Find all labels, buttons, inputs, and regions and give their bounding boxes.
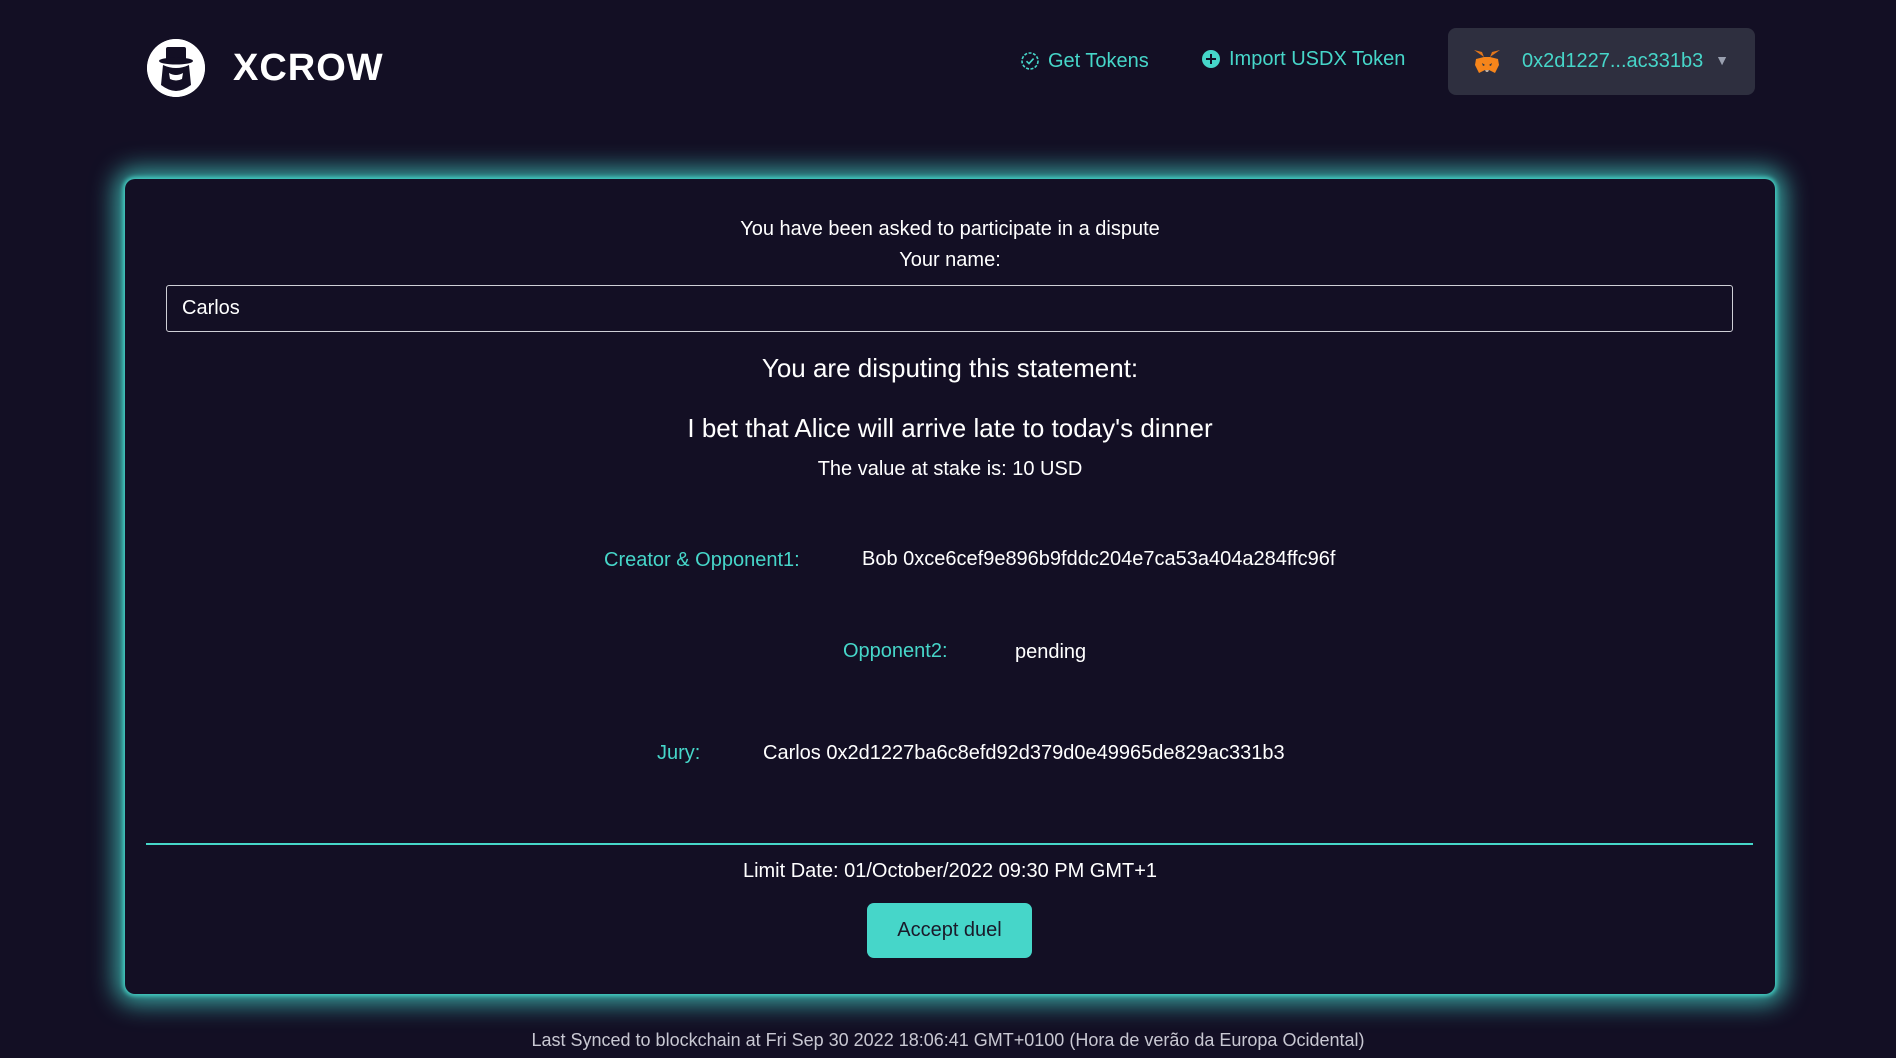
limit-date: Limit Date: 01/October/2022 09:30 PM GMT… — [742, 860, 1158, 882]
logo-text: XCROW — [233, 46, 384, 89]
check-circle-icon — [1020, 51, 1040, 71]
creator-value: Bob 0xce6cef9e896b9fddc204e7ca53a404a284… — [862, 548, 1335, 571]
opponent2-label: Opponent2: — [843, 640, 948, 663]
name-input[interactable] — [166, 285, 1733, 332]
accept-duel-button[interactable]: Accept duel — [867, 903, 1032, 958]
jury-label: Jury: — [657, 742, 700, 765]
wallet-address: 0x2d1227...ac331b3 — [1522, 50, 1704, 72]
get-tokens-label: Get Tokens — [1048, 49, 1149, 72]
creator-value-text: Bob 0xce6cef9e896b9fddc204e7ca53a404a284… — [862, 548, 1336, 570]
dispute-card: You have been asked to participate in a … — [125, 179, 1775, 994]
get-tokens-link[interactable]: Get Tokens — [1020, 46, 1149, 76]
opponent2-label-text: Opponent2: — [843, 640, 948, 662]
plus-circle-icon — [1201, 49, 1221, 69]
creator-label: Creator & Opponent1: — [604, 549, 800, 572]
your-name-label: Your name: — [899, 249, 1001, 271]
jury-label-text: Jury: — [657, 742, 701, 764]
spy-hat-icon — [147, 39, 205, 97]
logo[interactable]: XCROW — [147, 39, 384, 97]
page: XCROW Get Tokens Import USDX Token 0x2d1… — [0, 0, 1896, 1058]
chevron-down-icon: ▼ — [1715, 52, 1729, 68]
opponent2-value: pending — [1015, 641, 1086, 664]
import-token-link[interactable]: Import USDX Token — [1201, 44, 1405, 74]
invite-text: You have been asked to participate in a … — [740, 218, 1160, 240]
jury-value-text: Carlos 0x2d1227ba6c8efd92d379d0e49965de8… — [763, 742, 1285, 764]
stake-text: The value at stake is: 10 USD — [817, 458, 1083, 480]
sync-status: Last Synced to blockchain at Fri Sep 30 … — [531, 1030, 1365, 1050]
metamask-fox-icon — [1472, 49, 1502, 75]
disputing-heading: You are disputing this statement: — [761, 353, 1139, 383]
wallet-button[interactable]: 0x2d1227...ac331b3 ▼ — [1448, 28, 1755, 95]
creator-label-text: Creator & Opponent1: — [604, 549, 800, 571]
jury-value: Carlos 0x2d1227ba6c8efd92d379d0e49965de8… — [763, 742, 1285, 765]
statement-text: I bet that Alice will arrive late to tod… — [687, 413, 1213, 443]
opponent2-value-text: pending — [1015, 641, 1087, 663]
divider — [146, 843, 1753, 845]
import-token-label: Import USDX Token — [1229, 47, 1406, 70]
